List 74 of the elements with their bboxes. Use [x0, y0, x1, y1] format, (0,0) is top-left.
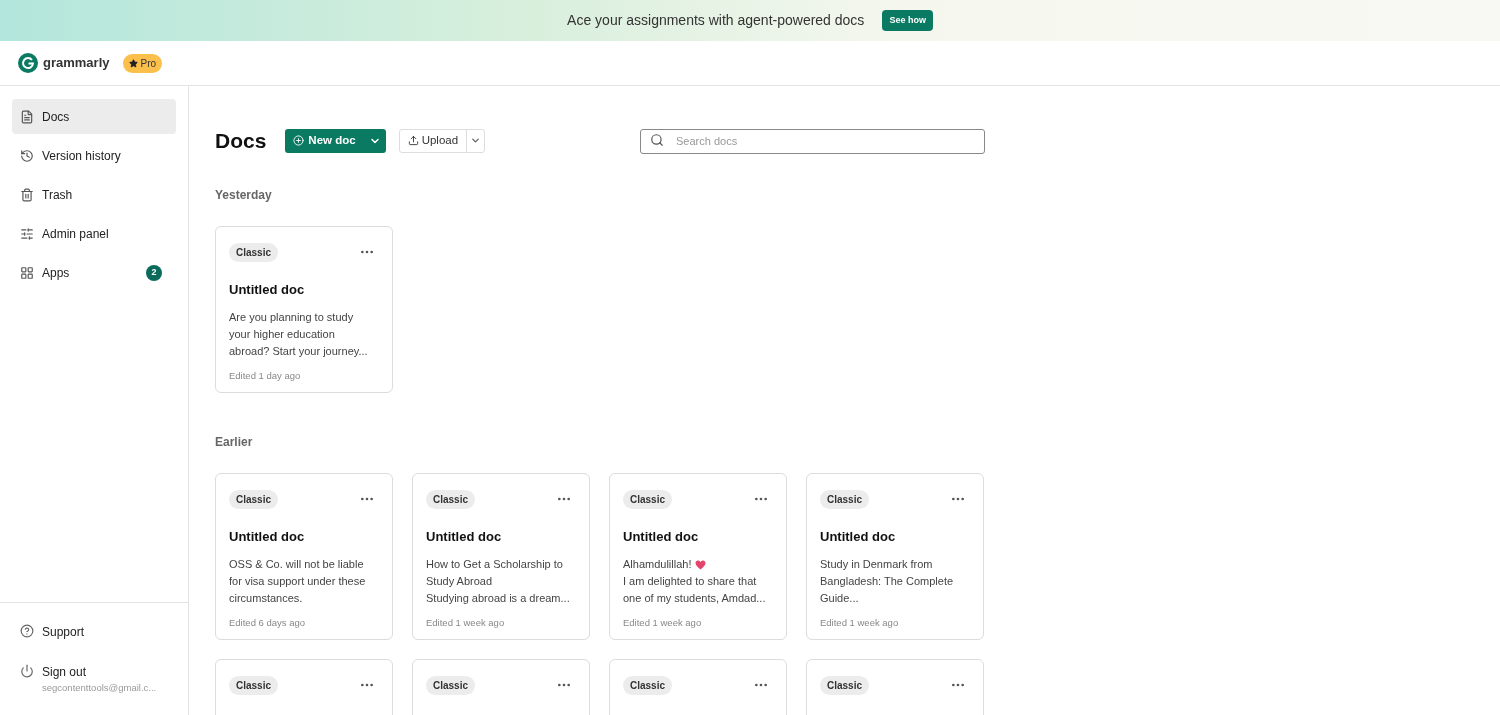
doc-title: Untitled doc [623, 527, 700, 546]
doc-title: Untitled doc [426, 527, 503, 546]
see-how-button[interactable]: See how [882, 9, 933, 32]
power-icon [20, 663, 34, 678]
doc-preview-line: Studying abroad is a dream... [426, 591, 570, 607]
doc-preview-line: OSS & Co. will not be liable [229, 557, 364, 573]
logo-text: grammarly [43, 54, 110, 73]
doc-preview-line: abroad? Start your journey... [229, 344, 368, 360]
doc-preview-line: How to Get a Scholarship to [426, 557, 563, 573]
doc-card[interactable]: Classic [215, 658, 393, 715]
doc-card[interactable]: Classic [412, 658, 590, 715]
doc-type-tag: Classic [229, 242, 279, 262]
doc-preview-line: I am delighted to share that [623, 574, 757, 590]
search-icon [650, 133, 664, 148]
upload-icon [407, 135, 419, 147]
doc-card[interactable]: Classic Untitled doc How to Get a Scholarship to Study Abroad Studying abroad is a dream... Edited 1 week ago [412, 472, 590, 640]
sidebar-item[interactable]: Docs [12, 99, 176, 134]
new-doc-button[interactable]: New doc [285, 128, 386, 153]
sidebar-link[interactable]: Support [42, 622, 85, 641]
doc-preview-line: Bangladesh: The Complete [820, 574, 954, 590]
edited-time: Edited 1 week ago [426, 616, 506, 630]
logo-icon [18, 53, 38, 73]
section-heading: Yesterday [215, 186, 273, 204]
sidebar-item[interactable]: Apps 2 [12, 255, 176, 290]
doc-card[interactable]: Classic Untitled doc Study in Denmark from Bangladesh: The Complete Guide... Edited 1 week ago [806, 472, 984, 640]
edited-time: Edited 1 week ago [623, 616, 703, 630]
doc-preview-line: circumstances. [229, 591, 303, 607]
doc-type-tag: Classic [426, 489, 476, 509]
doc-type-tag: Classic [623, 489, 673, 509]
account-email: segcontenttools@gmail.c... [42, 680, 157, 695]
doc-type-tag: Classic [820, 675, 870, 695]
doc-preview-line: your higher education [229, 327, 335, 343]
sidebar-item[interactable]: Admin panel [12, 216, 176, 251]
doc-card[interactable]: Classic Untitled doc OSS & Co. will not be liable for visa support under these circumstances. Edited 6 days ago [215, 472, 393, 640]
doc-card[interactable]: Classic Untitled doc Alhamdulillah! I am delighted to share that one of my students, Amdad... Edited 1 week ago [609, 472, 787, 640]
doc-preview-line: Study in Denmark from [820, 557, 933, 573]
trash-icon [20, 187, 34, 202]
doc-card[interactable]: Classic [806, 658, 984, 715]
doc-preview-line: Are you planning to study [229, 310, 354, 326]
plus-icon [293, 135, 305, 147]
doc-card[interactable]: Classic Untitled doc Are you planning to study your higher education abroad? Start your journey... Edited 1 day ago [215, 225, 393, 393]
sidebar-item[interactable]: Version history [12, 138, 176, 173]
help-icon [20, 623, 34, 638]
doc-preview-line: for visa support under these [229, 574, 366, 590]
edited-time: Edited 6 days ago [229, 616, 307, 630]
doc-preview-line: Alhamdulillah! [623, 557, 692, 573]
doc-title: Untitled doc [229, 527, 306, 546]
doc-preview-line: Guide... [820, 591, 859, 607]
banner-text: Ace your assignments with agent-powered docs [567, 11, 865, 30]
history-icon [20, 148, 34, 163]
doc-preview-line: one of my students, Amdad... [623, 591, 766, 607]
section-heading: Earlier [215, 433, 254, 451]
doc-type-tag: Classic [426, 675, 476, 695]
document-icon [20, 109, 34, 124]
sidebar-link[interactable]: Sign out [42, 662, 157, 681]
doc-title: Untitled doc [229, 280, 306, 299]
doc-type-tag: Classic [623, 675, 673, 695]
doc-preview-line: Study Abroad [426, 574, 493, 590]
plan-label: Pro [140, 56, 157, 71]
doc-type-tag: Classic [820, 489, 870, 509]
search-field[interactable]: Search docs [640, 128, 985, 154]
edited-time: Edited 1 week ago [820, 616, 900, 630]
count-badge: 2 [146, 264, 162, 281]
sliders-icon [20, 226, 34, 241]
edited-time: Edited 1 day ago [229, 369, 302, 383]
upload-button[interactable]: Upload [398, 128, 486, 153]
doc-type-tag: Classic [229, 675, 279, 695]
grid-icon [20, 265, 34, 280]
sidebar-item[interactable]: Trash [12, 177, 176, 212]
doc-type-tag: Classic [229, 489, 279, 509]
page-title: Docs [215, 128, 267, 154]
star-icon [129, 58, 139, 68]
doc-title: Untitled doc [820, 527, 897, 546]
doc-card[interactable]: Classic [609, 658, 787, 715]
